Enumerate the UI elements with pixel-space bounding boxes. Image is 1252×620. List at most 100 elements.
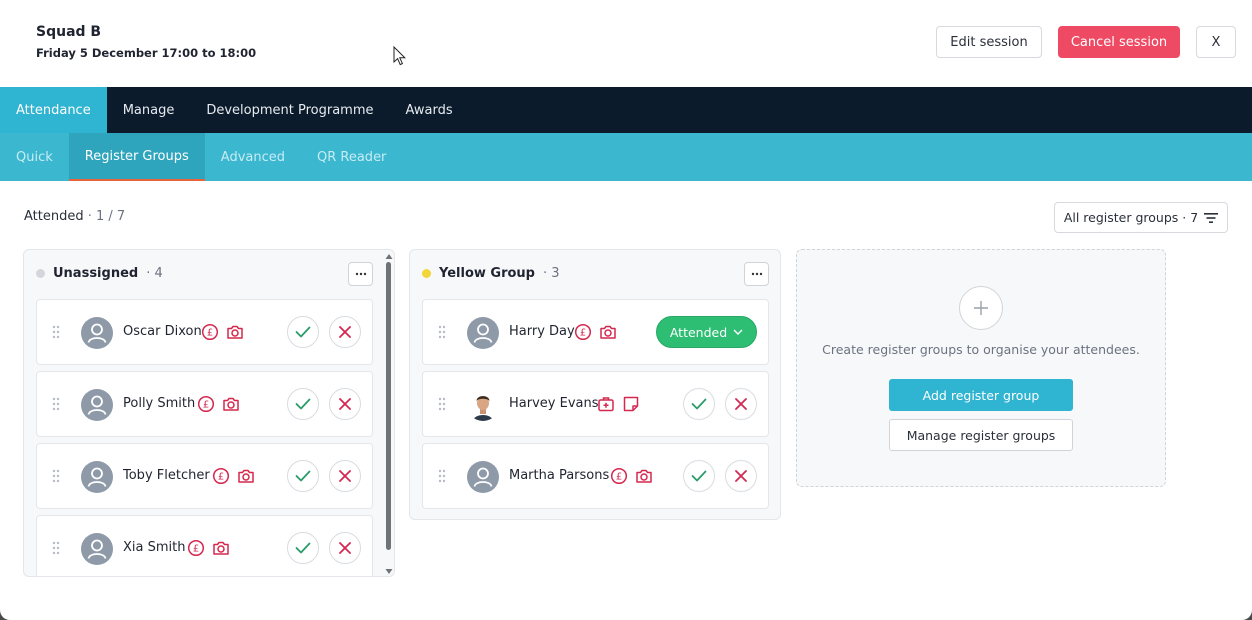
user-icon (87, 395, 107, 415)
scrollbar-thumb[interactable] (386, 262, 391, 550)
svg-text:£: £ (193, 544, 199, 555)
drag-handle-icon[interactable] (437, 325, 447, 339)
mark-present-button[interactable] (287, 532, 319, 564)
attendee-card[interactable]: Polly Smith £ (36, 371, 373, 437)
camera-icon[interactable] (599, 323, 617, 341)
attendee-card[interactable]: Oscar Dixon £ (36, 299, 373, 365)
drag-handle-icon[interactable] (437, 397, 447, 411)
filter-label: All register groups · 7 (1063, 210, 1199, 225)
register-group-filter-button[interactable]: All register groups · 7 (1054, 202, 1228, 233)
user-icon (473, 467, 493, 487)
drag-handle-icon[interactable] (51, 397, 61, 411)
add-group-plus-button[interactable] (959, 286, 1003, 330)
group-menu-button[interactable] (744, 262, 769, 286)
group-name: Unassigned (53, 266, 139, 281)
mark-absent-button[interactable] (725, 460, 757, 492)
tab-development-programme[interactable]: Development Programme (190, 87, 389, 133)
mark-absent-button[interactable] (329, 316, 361, 348)
attendee-card[interactable]: Toby Fletcher £ (36, 443, 373, 509)
camera-icon[interactable] (212, 539, 230, 557)
svg-text:£: £ (207, 328, 213, 339)
attendee-name: Oscar Dixon (123, 324, 202, 339)
attendee-name: Xia Smith (123, 540, 186, 555)
add-register-group-button[interactable]: Add register group (889, 379, 1073, 411)
check-icon (295, 542, 311, 554)
primary-nav: Attendance Manage Development Programme … (0, 87, 1252, 133)
svg-text:£: £ (616, 472, 622, 483)
drag-handle-icon[interactable] (51, 541, 61, 555)
group-count: · 3 (543, 266, 560, 281)
attendee-card[interactable]: Harvey Evans (422, 371, 769, 437)
payment-pound-icon[interactable]: £ (201, 323, 219, 341)
edit-session-button[interactable]: Edit session (936, 26, 1042, 58)
svg-text:£: £ (580, 328, 586, 339)
create-register-group-panel: Create register groups to organise your … (796, 249, 1166, 487)
mark-present-button[interactable] (287, 388, 319, 420)
subtab-register-groups[interactable]: Register Groups (68, 133, 205, 181)
close-icon (339, 542, 351, 554)
close-icon (339, 470, 351, 482)
svg-text:£: £ (218, 472, 224, 483)
attended-label: Attended (24, 209, 84, 224)
avatar (81, 461, 113, 493)
payment-pound-icon[interactable]: £ (212, 467, 230, 485)
attendee-name: Toby Fletcher (123, 468, 210, 483)
more-horizontal-icon (751, 272, 762, 276)
attended-count: 1 / 7 (96, 209, 126, 224)
drag-handle-icon[interactable] (51, 325, 61, 339)
tab-awards[interactable]: Awards (390, 87, 469, 133)
sticky-note-icon[interactable] (622, 395, 640, 413)
mark-absent-button[interactable] (329, 388, 361, 420)
mark-absent-button[interactable] (329, 532, 361, 564)
payment-pound-icon[interactable]: £ (187, 539, 205, 557)
attendee-card[interactable]: Martha Parsons £ (422, 443, 769, 509)
check-icon (295, 398, 311, 410)
mark-present-button[interactable] (287, 316, 319, 348)
payment-pound-icon[interactable]: £ (197, 395, 215, 413)
medical-kit-icon[interactable] (597, 395, 615, 413)
camera-icon[interactable] (222, 395, 240, 413)
drag-handle-icon[interactable] (51, 469, 61, 483)
drag-handle-icon[interactable] (437, 469, 447, 483)
avatar (81, 317, 113, 349)
camera-icon[interactable] (237, 467, 255, 485)
group-menu-button[interactable] (348, 262, 373, 286)
tab-manage[interactable]: Manage (107, 87, 191, 133)
manage-register-groups-button[interactable]: Manage register groups (889, 419, 1073, 451)
payment-pound-icon[interactable]: £ (574, 323, 592, 341)
check-icon (295, 470, 311, 482)
camera-icon[interactable] (635, 467, 653, 485)
attendee-card[interactable]: Xia Smith £ (36, 515, 373, 576)
cancel-session-button[interactable]: Cancel session (1058, 26, 1180, 58)
attendee-name: Martha Parsons (509, 468, 610, 483)
close-icon (735, 398, 747, 410)
check-icon (295, 326, 311, 338)
close-icon (339, 398, 351, 410)
close-icon (339, 326, 351, 338)
subtab-advanced[interactable]: Advanced (205, 133, 301, 181)
attendance-status-dropdown[interactable]: Attended (656, 316, 757, 348)
group-name: Yellow Group (439, 266, 535, 281)
mark-present-button[interactable] (287, 460, 319, 492)
camera-icon[interactable] (226, 323, 244, 341)
plus-icon (974, 301, 988, 315)
payment-pound-icon[interactable]: £ (610, 467, 628, 485)
avatar (467, 317, 499, 349)
mark-absent-button[interactable] (329, 460, 361, 492)
create-groups-hint: Create register groups to organise your … (822, 342, 1140, 357)
subtab-quick[interactable]: Quick (0, 133, 69, 181)
secondary-nav: Quick Register Groups Advanced QR Reader (0, 133, 1252, 181)
close-icon (735, 470, 747, 482)
mark-present-button[interactable] (683, 460, 715, 492)
mark-present-button[interactable] (683, 388, 715, 420)
tab-attendance[interactable]: Attendance (0, 87, 107, 133)
group-count: · 4 (146, 266, 163, 281)
check-icon (691, 470, 707, 482)
mark-absent-button[interactable] (725, 388, 757, 420)
avatar (81, 389, 113, 421)
attendee-card[interactable]: Harry Day £ Attended (422, 299, 769, 365)
subtab-qr-reader[interactable]: QR Reader (301, 133, 402, 181)
modal-header: Squad B Friday 5 December 17:00 to 18:00… (0, 0, 1252, 87)
session-title: Squad B (36, 24, 102, 40)
close-button[interactable]: X (1196, 26, 1236, 58)
